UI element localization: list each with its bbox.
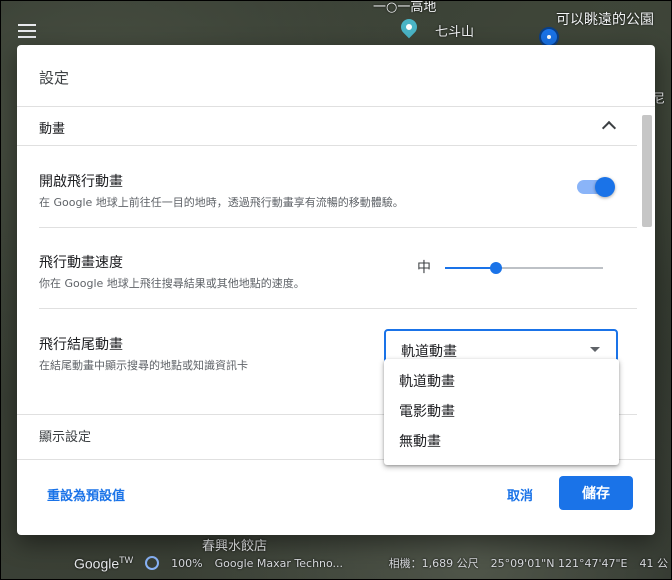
setting-description: 在結尾動畫中顯示搜尋的地點或知識資訊卡 [39, 359, 248, 372]
setting-description: 你在 Google 地球上飛往搜尋結果或其他地點的速度。 [39, 277, 305, 290]
cancel-button[interactable]: 取消 [507, 485, 533, 504]
setting-fly-speed: 飛行動畫速度 你在 Google 地球上飛往搜尋結果或其他地點的速度。 中 [17, 227, 637, 307]
option-cinematic[interactable]: 電影動畫 [384, 397, 619, 427]
setting-description: 在 Google 地球上前往任一目的地時，透過飛行動畫享有流暢的移動體驗。 [39, 196, 404, 209]
section-header-animation[interactable]: 動畫 [17, 107, 637, 145]
slider-fill [445, 267, 496, 269]
save-button[interactable]: 儲存 [559, 476, 633, 510]
scrollbar-thumb[interactable] [642, 115, 652, 227]
section-title: 動畫 [39, 122, 66, 137]
toggle-knob[interactable] [595, 177, 615, 197]
setting-name: 開啟飛行動畫 [39, 174, 123, 190]
setting-name: 飛行結尾動畫 [39, 337, 123, 353]
dialog-title: 設定 [39, 69, 70, 87]
dialog-footer: 重設為預設值 取消 儲存 [17, 460, 655, 535]
attribution[interactable]: Google Maxar Techno... [215, 557, 343, 570]
slider-thumb[interactable] [489, 262, 502, 274]
elevation: 41 公 [639, 557, 669, 570]
option-none[interactable]: 無動畫 [384, 427, 619, 457]
map-label-mountain[interactable]: 七斗山 [435, 21, 474, 40]
end-animation-options: 軌道動畫 電影動畫 無動畫 [384, 359, 619, 465]
map-label-park[interactable]: 可以眺遠的公園 [556, 9, 654, 29]
setting-fly-animation: 開啟飛行動畫 在 Google 地球上前往任一目的地時，透過飛行動畫享有流暢的移… [17, 146, 637, 226]
reset-defaults-button[interactable]: 重設為預設值 [47, 485, 125, 504]
coordinates: 25°09'01"N 121°47'47"E [490, 556, 628, 570]
chevron-up-icon[interactable] [601, 120, 617, 136]
fly-animation-toggle[interactable] [577, 177, 615, 197]
select-value: 軌道動畫 [401, 344, 457, 360]
caret-down-icon [590, 347, 600, 352]
globe-icon[interactable] [145, 556, 160, 570]
menu-icon[interactable] [18, 24, 36, 38]
fly-speed-slider[interactable] [445, 262, 603, 274]
zoom-level: 100% [171, 556, 203, 570]
map-label-hill[interactable]: 一○一高地 [373, 0, 436, 15]
camera-altitude: 相機：1,689 公尺 [388, 557, 479, 570]
location-marker-icon[interactable] [539, 27, 559, 47]
option-orbit[interactable]: 軌道動畫 [384, 367, 619, 397]
section-header-display[interactable]: 顯示設定 [39, 426, 91, 445]
setting-name: 飛行動畫速度 [39, 255, 123, 271]
google-logo: GoogleTW [74, 554, 134, 572]
status-bar: GoogleTW 100% Google Maxar Techno... 相機：… [68, 552, 668, 574]
speed-value-label: 中 [417, 260, 431, 276]
scrollbar[interactable] [637, 107, 655, 459]
